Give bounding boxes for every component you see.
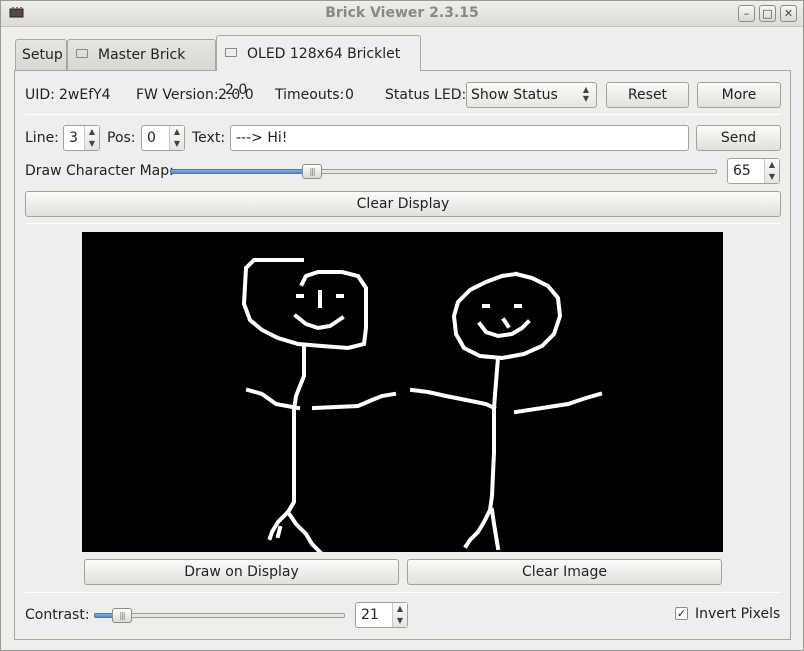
left-figure-left-arm xyxy=(245,387,301,411)
pos-value: 0 xyxy=(147,130,156,146)
timeouts-value: 0 xyxy=(345,87,354,103)
status-led-value: Show Status xyxy=(471,87,558,103)
reset-button[interactable]: Reset xyxy=(606,82,689,108)
contrast-slider[interactable]: ||| xyxy=(94,606,345,624)
drawing-canvas[interactable] xyxy=(82,232,723,552)
spin-arrows-icon[interactable]: ▲ ▼ xyxy=(392,603,407,627)
slider-handle-icon[interactable]: ||| xyxy=(112,608,132,623)
more-button[interactable]: More xyxy=(697,82,781,108)
title-bar: Brick Viewer 2.3.15 – □ ✕ xyxy=(1,1,803,27)
text-label: Text: xyxy=(192,130,226,146)
char-map-value: 65 xyxy=(733,163,751,179)
right-figure-body xyxy=(487,355,501,513)
line-label: Line: xyxy=(25,130,59,146)
tab-oled-bricklet[interactable]: OLED 128x64 Bricklet 2.0 xyxy=(216,35,421,98)
fw-version-label: FW Version: xyxy=(136,87,219,103)
line-spinbox[interactable]: 3 ▲ ▼ xyxy=(63,125,100,151)
send-button[interactable]: Send xyxy=(696,125,781,151)
tab-master-brick[interactable]: Master Brick 2.1 xyxy=(67,39,216,93)
spin-arrows-icon[interactable]: ▲ ▼ xyxy=(84,126,99,150)
right-figure-mouth xyxy=(477,319,531,339)
maximize-icon[interactable]: □ xyxy=(759,5,776,22)
contrast-value: 21 xyxy=(361,607,379,623)
slider-handle-icon[interactable]: ||| xyxy=(302,164,322,179)
uid-value: 2wEfY4 xyxy=(59,87,111,103)
close-icon[interactable]: ✕ xyxy=(780,5,797,22)
left-figure-body xyxy=(285,346,306,515)
slider-fill xyxy=(170,169,312,174)
checkbox-check-icon: ✓ xyxy=(676,607,687,620)
status-led-select[interactable]: Show Status ▲ ▼ xyxy=(466,82,597,108)
status-led-label: Status LED: xyxy=(385,87,467,103)
right-figure-nose xyxy=(501,317,511,329)
invert-pixels-label: Invert Pixels xyxy=(695,606,781,622)
tab-device-icon xyxy=(225,47,237,57)
pos-spinbox[interactable]: 0 ▲ ▼ xyxy=(141,125,185,151)
draw-on-display-button[interactable]: Draw on Display xyxy=(84,559,399,585)
clear-display-button[interactable]: Clear Display xyxy=(25,191,781,217)
spin-arrows-icon[interactable]: ▲ ▼ xyxy=(764,159,779,183)
right-figure-right-arm xyxy=(513,391,603,415)
spin-arrows-icon: ▲ ▼ xyxy=(582,85,590,103)
clear-image-button[interactable]: Clear Image xyxy=(407,559,722,585)
contrast-spinbox[interactable]: 21 ▲ ▼ xyxy=(355,602,408,628)
char-map-slider[interactable]: ||| xyxy=(170,162,717,180)
right-figure-head xyxy=(451,271,563,361)
separator xyxy=(25,114,781,115)
left-figure-legs xyxy=(267,509,323,552)
char-map-spinbox[interactable]: 65 ▲ ▼ xyxy=(727,158,780,184)
text-input[interactable]: ---> Hi! xyxy=(230,125,689,151)
left-figure-right-arm xyxy=(311,391,397,411)
right-figure-legs xyxy=(463,507,501,551)
tab-device-icon xyxy=(76,48,88,58)
left-figure-mouth xyxy=(293,313,345,331)
separator xyxy=(25,223,781,224)
uid-label: UID: xyxy=(25,87,55,103)
contrast-label: Contrast: xyxy=(25,607,90,623)
spin-arrows-icon[interactable]: ▲ ▼ xyxy=(169,126,184,150)
invert-pixels-checkbox[interactable]: ✓ xyxy=(675,607,688,620)
main-window: Brick Viewer 2.3.15 – □ ✕ Setup Master B… xyxy=(0,0,804,651)
timeouts-label: Timeouts: xyxy=(275,87,345,103)
separator xyxy=(25,592,781,593)
pos-label: Pos: xyxy=(107,130,136,146)
right-figure-left-arm xyxy=(409,387,497,411)
left-figure-head xyxy=(241,258,368,351)
left-figure-eyes xyxy=(296,290,344,308)
char-map-label: Draw Character Map: xyxy=(25,163,174,179)
minimize-icon[interactable]: – xyxy=(738,5,755,22)
window-title: Brick Viewer 2.3.15 xyxy=(325,5,479,21)
line-value: 3 xyxy=(69,130,78,146)
tab-label: Setup xyxy=(22,47,63,63)
tab-setup[interactable]: Setup xyxy=(15,39,67,71)
